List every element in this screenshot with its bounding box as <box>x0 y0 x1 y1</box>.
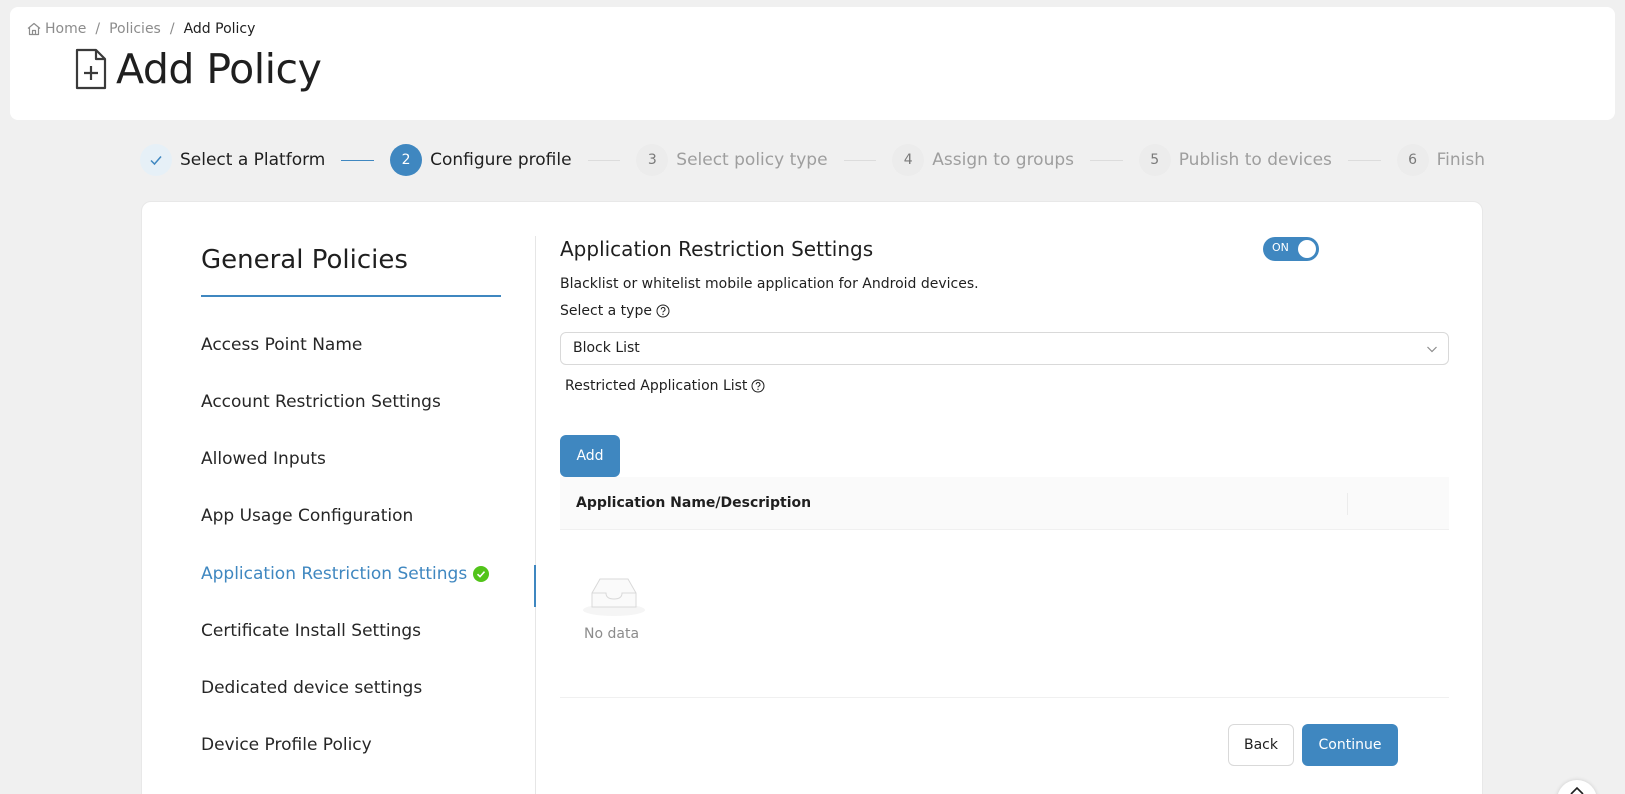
page-title: Add Policy <box>74 45 322 93</box>
step-publish-devices[interactable]: 5 Publish to devices <box>1138 144 1332 176</box>
sidebar-item-label: Allowed Inputs <box>201 449 326 469</box>
sidebar-item-device-profile[interactable]: Device Profile Policy <box>201 735 372 755</box>
sidebar-item-app-usage[interactable]: App Usage Configuration <box>201 506 413 526</box>
step-label: Select policy type <box>676 150 828 170</box>
breadcrumb-current: Add Policy <box>183 21 256 37</box>
breadcrumb-separator: / <box>95 21 101 37</box>
step-select-platform[interactable]: Select a Platform <box>140 144 325 176</box>
list-field-label: Restricted Application List <box>565 378 765 394</box>
file-add-icon <box>75 48 107 90</box>
step-number: 2 <box>390 144 423 176</box>
section-description: Blacklist or whitelist mobile applicatio… <box>560 276 979 292</box>
type-label-text: Select a type <box>560 303 652 319</box>
sidebar-active-indicator <box>534 565 536 607</box>
step-connector <box>843 159 877 161</box>
sidebar-item-access-point-name[interactable]: Access Point Name <box>201 335 362 355</box>
arrow-up-icon <box>1570 786 1584 794</box>
check-icon <box>150 156 162 166</box>
step-label: Publish to devices <box>1178 150 1332 170</box>
step-number: 4 <box>892 144 925 176</box>
sidebar-title: General Policies <box>201 245 408 275</box>
sidebar-item-label: Certificate Install Settings <box>201 621 422 641</box>
step-connector <box>1347 159 1381 161</box>
column-header-application: Application Name/Description <box>576 495 812 511</box>
chevron-down-icon <box>1427 346 1437 353</box>
step-connector <box>587 159 621 161</box>
breadcrumb-home[interactable]: Home <box>45 21 86 37</box>
list-label-text: Restricted Application List <box>565 378 748 394</box>
breadcrumb-separator: / <box>169 21 175 37</box>
step-label: Assign to groups <box>932 150 1075 170</box>
sidebar-item-label: Application Restriction Settings <box>201 564 468 584</box>
section-title: Application Restriction Settings <box>560 237 874 261</box>
application-table: Application Name/Description No data <box>560 477 1449 698</box>
step-done-circle <box>140 144 172 176</box>
step-number: 5 <box>1138 144 1171 176</box>
step-configure-profile[interactable]: 2 Configure profile <box>390 144 572 176</box>
scroll-to-top-button[interactable] <box>1557 780 1597 794</box>
continue-button[interactable]: Continue <box>1302 724 1398 766</box>
sidebar-item-label: Dedicated device settings <box>201 678 423 698</box>
enable-toggle[interactable]: ON <box>1263 237 1319 261</box>
step-label: Finish <box>1436 150 1485 170</box>
step-number: 6 <box>1396 144 1429 176</box>
sidebar-item-dedicated-device[interactable]: Dedicated device settings <box>201 678 422 698</box>
table-empty-state: No data <box>560 530 1449 698</box>
step-assign-groups[interactable]: 4 Assign to groups <box>892 144 1074 176</box>
step-connector <box>1090 159 1123 161</box>
check-circle-icon <box>473 566 490 582</box>
sidebar-title-underline <box>201 295 501 297</box>
step-select-policy-type[interactable]: 3 Select policy type <box>636 144 828 176</box>
type-select-value: Block List <box>573 340 640 356</box>
sidebar-item-account-restriction[interactable]: Account Restriction Settings <box>201 392 441 412</box>
empty-inbox-icon <box>583 578 645 616</box>
sidebar-item-label: Account Restriction Settings <box>201 392 441 412</box>
back-button[interactable]: Back <box>1228 724 1294 766</box>
step-label: Select a Platform <box>180 150 326 170</box>
sidebar-item-application-restriction[interactable]: Application Restriction Settings <box>201 564 490 584</box>
step-connector <box>341 159 375 161</box>
sidebar-item-label: Device Profile Policy <box>201 735 372 755</box>
add-application-button[interactable]: Add <box>560 435 620 477</box>
type-select[interactable]: Block List <box>560 332 1449 365</box>
sidebar-divider <box>535 236 536 794</box>
sidebar-item-allowed-inputs[interactable]: Allowed Inputs <box>201 449 326 469</box>
empty-text: No data <box>584 626 640 642</box>
column-separator <box>1347 493 1348 515</box>
sidebar-item-label: Access Point Name <box>201 335 363 355</box>
home-icon[interactable] <box>26 21 42 37</box>
step-label: Configure profile <box>430 150 572 170</box>
breadcrumb: Home / Policies / Add Policy <box>26 21 255 37</box>
sidebar-item-label: App Usage Configuration <box>201 506 414 526</box>
type-field-label: Select a type <box>560 303 670 319</box>
table-header: Application Name/Description <box>560 477 1449 530</box>
sidebar-item-certificate-install[interactable]: Certificate Install Settings <box>201 621 421 641</box>
steps-progress: Select a Platform 2 Configure profile 3 … <box>140 143 1485 177</box>
question-circle-icon[interactable] <box>751 379 765 393</box>
breadcrumb-policies[interactable]: Policies <box>109 21 161 37</box>
toggle-knob <box>1298 240 1316 258</box>
step-finish[interactable]: 6 Finish <box>1396 144 1485 176</box>
policy-card: General Policies Access Point Name Accou… <box>141 201 1483 794</box>
page-header: Home / Policies / Add Policy Add Policy <box>10 7 1615 120</box>
question-circle-icon[interactable] <box>656 304 670 318</box>
toggle-label: ON <box>1272 241 1289 254</box>
step-number: 3 <box>636 144 669 176</box>
settings-panel: Application Restriction Settings ON Blac… <box>560 202 1450 794</box>
page-title-text: Add Policy <box>116 45 322 93</box>
policy-sidebar: General Policies Access Point Name Accou… <box>142 202 537 794</box>
